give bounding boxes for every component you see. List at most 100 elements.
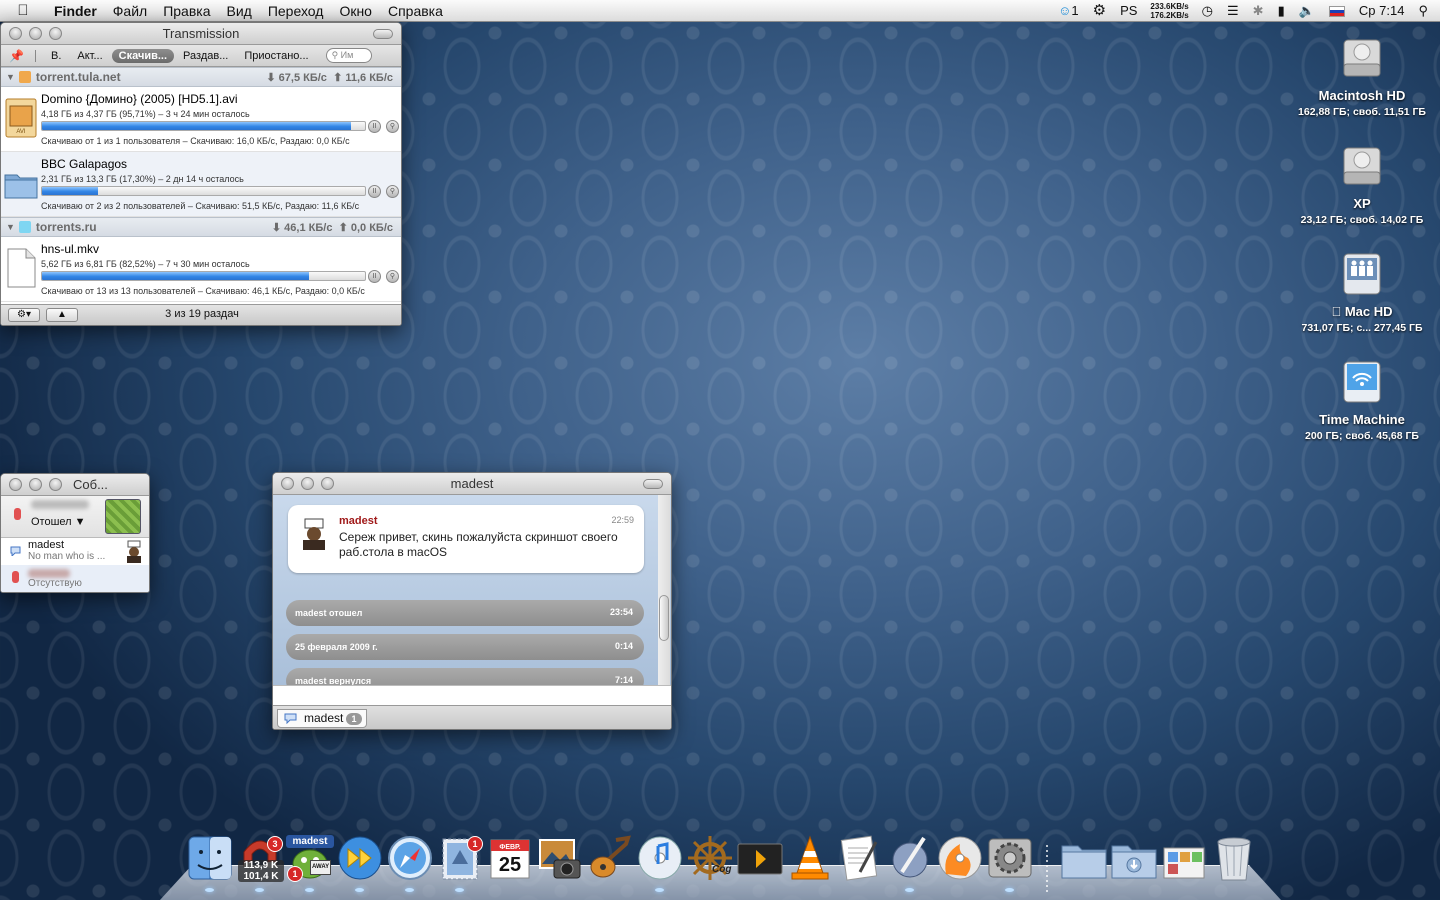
- disclosure-triangle-icon[interactable]: ▼: [6, 72, 15, 82]
- ps-status-item[interactable]: PS: [1113, 0, 1144, 22]
- dock-mail[interactable]: 1: [436, 834, 484, 892]
- dock-vlc[interactable]: [786, 834, 834, 882]
- filter-active[interactable]: Акт...: [70, 49, 109, 63]
- toolbar-toggle-button[interactable]: [373, 29, 393, 39]
- zoom-button[interactable]: [49, 478, 62, 491]
- dock-safari[interactable]: [386, 834, 434, 892]
- dock-cog[interactable]: Cog: [686, 834, 734, 882]
- torrent-name: Domino {Домино} (2005) [HD5.1].avi: [41, 92, 238, 106]
- pause-button[interactable]: II: [368, 120, 381, 133]
- chat-scrollbar[interactable]: [658, 495, 670, 685]
- desktop-icon-xp[interactable]: XP 23,12 ГБ; своб. 14,02 ГБ: [1282, 142, 1440, 226]
- minimize-button[interactable]: [301, 477, 314, 490]
- buddy-status: Отсутствую: [28, 578, 82, 589]
- menu-window[interactable]: Окно: [331, 0, 380, 22]
- message-view[interactable]: madest 22:59 Сереж привет, скинь пожалуй…: [273, 495, 671, 694]
- spotlight-icon[interactable]: ⚲: [1411, 0, 1440, 22]
- dock-burn[interactable]: [936, 834, 984, 882]
- zoom-button[interactable]: [321, 477, 334, 490]
- search-input[interactable]: ⚲ Им: [325, 48, 372, 63]
- group-header[interactable]: ▼ torrents.ru ⬇ 46,1 КБ/с ⬆ 0,0 КБ/с: [1, 217, 401, 237]
- dock-quicksilver[interactable]: [336, 834, 384, 892]
- desktop-icon-mac-hd[interactable]:  Mac HD 731,07 ГБ; с... 277,45 ГБ: [1282, 250, 1440, 334]
- pause-button[interactable]: II: [368, 185, 381, 198]
- dock-finder[interactable]: [186, 834, 234, 892]
- progress-fill: [42, 272, 309, 280]
- transmission-window: Transmission 📌 В. Акт... Скачив... Разда…: [0, 22, 402, 326]
- wifi-icon[interactable]: ☰: [1220, 0, 1246, 22]
- dock-plex[interactable]: [736, 834, 784, 882]
- dock-itunes[interactable]: [636, 834, 684, 892]
- dock-applications-stack[interactable]: [1160, 834, 1208, 882]
- scroll-thumb[interactable]: [659, 595, 669, 641]
- menu-file[interactable]: Файл: [105, 0, 155, 22]
- volume-icon[interactable]: 🔈: [1292, 0, 1322, 22]
- input-source-flag-icon[interactable]: [1322, 0, 1352, 22]
- running-indicator: [205, 888, 214, 892]
- progress-fill: [42, 122, 352, 130]
- menu-view[interactable]: Вид: [219, 0, 260, 22]
- torrent-name: BBC Galapagos: [41, 157, 128, 171]
- apple-menu-icon[interactable]: : [0, 2, 46, 19]
- buddy-row[interactable]: madest No man who is ...: [1, 538, 149, 565]
- skype-status-item[interactable]: ☺1: [1051, 0, 1086, 22]
- dock-system-preferences[interactable]: [986, 834, 1034, 892]
- time-machine-icon[interactable]: ◷: [1195, 0, 1220, 22]
- dock-documents-stack[interactable]: [1060, 834, 1108, 882]
- close-button[interactable]: [9, 478, 22, 491]
- growl-icon[interactable]: ⚙: [1086, 0, 1113, 22]
- menu-app-finder[interactable]: Finder: [46, 0, 105, 22]
- menu-clock[interactable]: Ср 7:14: [1352, 0, 1412, 22]
- reveal-button[interactable]: ⚲: [386, 120, 399, 133]
- my-avatar[interactable]: [105, 499, 141, 534]
- scroll-quill-icon: [892, 836, 928, 878]
- dock-textedit[interactable]: [836, 834, 884, 882]
- group-header[interactable]: ▼ torrent.tula.net ⬇ 67,5 КБ/с ⬆ 11,6 КБ…: [1, 67, 401, 87]
- desktop-icon-macintosh-hd[interactable]: Macintosh HD 162,88 ГБ; своб. 11,51 ГБ: [1282, 34, 1440, 118]
- transmission-titlebar[interactable]: Transmission: [1, 23, 401, 45]
- minimize-button[interactable]: [29, 27, 42, 40]
- menu-help[interactable]: Справка: [380, 0, 451, 22]
- desktop-icon-name: XP: [1353, 196, 1371, 211]
- torrent-row[interactable]: hns-ul.mkv 5,62 ГБ из 6,81 ГБ (82,52%) –…: [1, 237, 401, 302]
- pin-icon[interactable]: 📌: [9, 49, 27, 63]
- buddy-list-titlebar[interactable]: Соб...: [1, 474, 149, 496]
- close-button[interactable]: [9, 27, 22, 40]
- dock-iphoto[interactable]: [536, 834, 584, 882]
- dock-garageband[interactable]: [586, 834, 634, 882]
- chat-tab[interactable]: madest 1: [277, 709, 367, 728]
- reveal-button[interactable]: ⚲: [386, 270, 399, 283]
- menu-go[interactable]: Переход: [260, 0, 332, 22]
- filter-downloading[interactable]: Скачив...: [111, 48, 175, 63]
- filter-paused[interactable]: Приостано...: [237, 49, 315, 63]
- menu-edit[interactable]: Правка: [155, 0, 218, 22]
- reveal-button[interactable]: ⚲: [386, 185, 399, 198]
- dock-downloads-stack[interactable]: [1110, 834, 1158, 882]
- buddy-row[interactable]: Отсутствую: [1, 565, 149, 592]
- filter-all[interactable]: В.: [44, 49, 68, 63]
- battery-icon[interactable]: ▮: [1271, 0, 1292, 22]
- dock-adium[interactable]: madest AWAY 1: [286, 834, 334, 892]
- disclosure-triangle-icon[interactable]: ▼: [6, 222, 15, 232]
- zoom-button[interactable]: [49, 27, 62, 40]
- dock-script-editor[interactable]: [886, 834, 934, 892]
- network-monitor[interactable]: 233.6KB/s 176.2KB/s: [1144, 2, 1194, 20]
- desktop-icon-time-machine[interactable]: Time Machine 200 ГБ; своб. 45,68 ГБ: [1282, 358, 1440, 442]
- toolbar-toggle-button[interactable]: [643, 479, 663, 489]
- transmission-badge: 3: [267, 836, 283, 852]
- message-text: Сереж привет, скинь пожалуйста скриншот …: [339, 530, 618, 559]
- torrent-row[interactable]: BBC Galapagos 2,31 ГБ из 13,3 ГБ (17,30%…: [1, 152, 401, 217]
- minimize-button[interactable]: [29, 478, 42, 491]
- my-status-menu[interactable]: Отошел ▼: [31, 516, 86, 528]
- pause-button[interactable]: II: [368, 270, 381, 283]
- dock-transmission[interactable]: 3 113,9 K 101,4 K: [236, 834, 284, 892]
- filter-seeding[interactable]: Раздав...: [176, 49, 235, 63]
- message-input[interactable]: [273, 685, 671, 705]
- chat-titlebar[interactable]: madest: [273, 473, 671, 495]
- torrent-row[interactable]: AVI Domino {Домино} (2005) [HD5.1].avi 4…: [1, 87, 401, 152]
- bluetooth-icon[interactable]: ✱: [1246, 0, 1271, 22]
- dock-ical[interactable]: ФЕВР. 25: [486, 834, 534, 882]
- close-button[interactable]: [281, 477, 294, 490]
- dock-trash[interactable]: [1210, 834, 1258, 882]
- window-buttons: [9, 27, 62, 40]
